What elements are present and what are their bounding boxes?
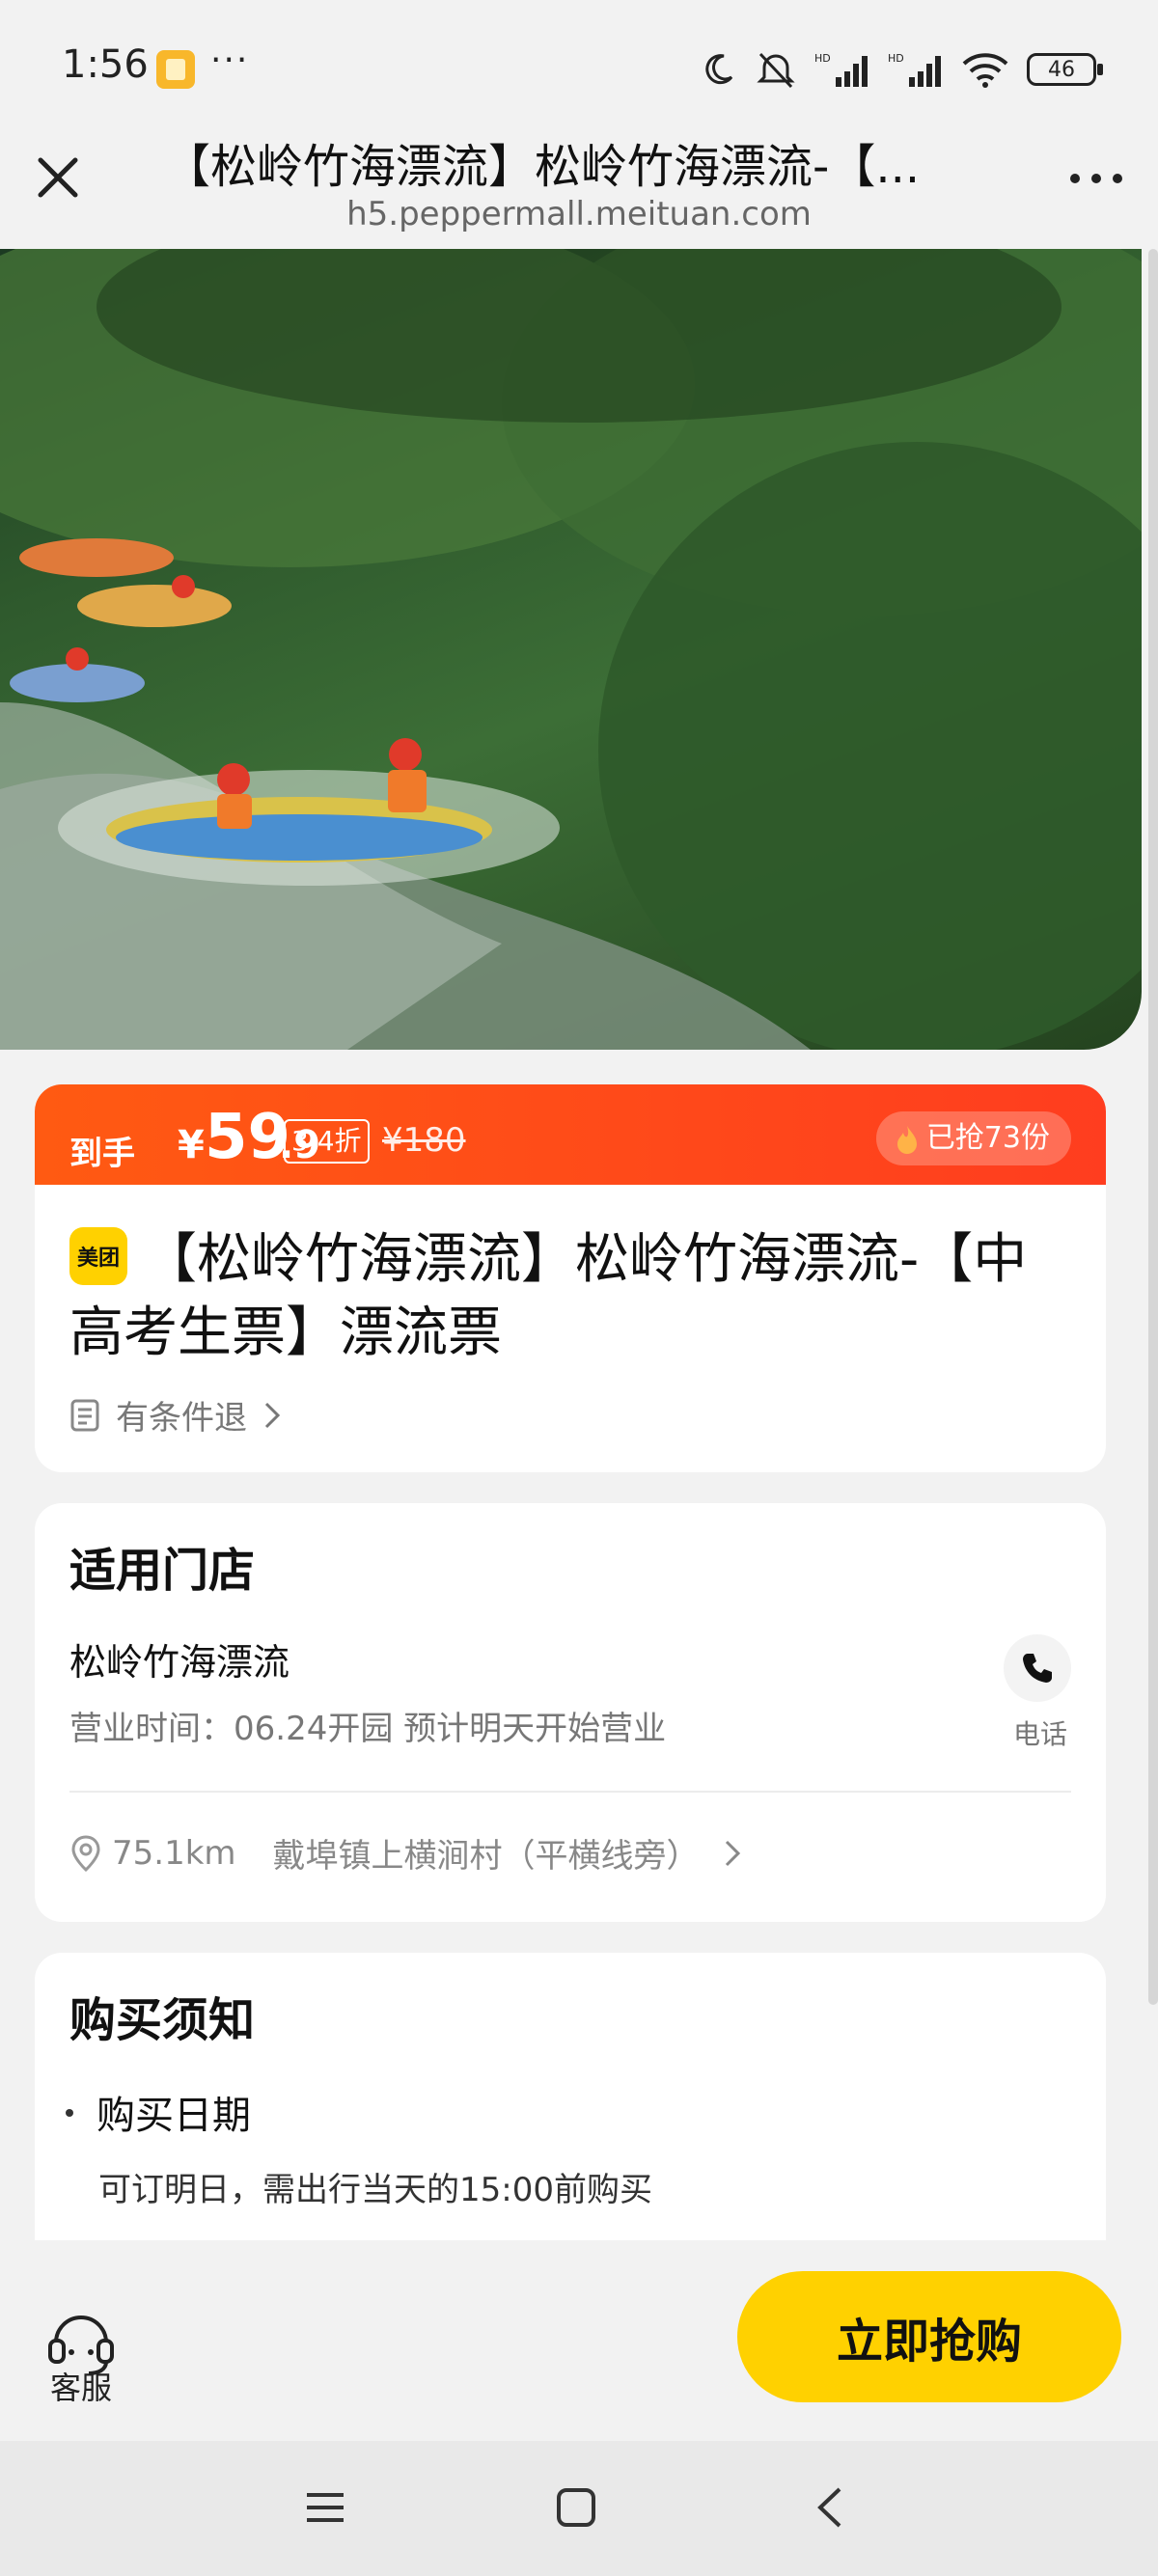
location-pin-icon	[71, 1834, 100, 1872]
svg-text:HD: HD	[814, 52, 831, 65]
battery-icon: 46	[1027, 53, 1103, 86]
purchase-notice-card: 购买须知 购买日期 可订明日，需出行当天的15:00前购买	[35, 1953, 1106, 2242]
notice-item-desc: 可订明日，需出行当天的15:00前购买	[98, 2171, 652, 2209]
menu-icon[interactable]	[301, 2483, 349, 2532]
store-name[interactable]: 松岭竹海漂流	[69, 1632, 290, 1685]
more-notifications-icon: ···	[210, 41, 250, 80]
document-icon	[70, 1399, 99, 1431]
divider	[69, 1791, 1071, 1793]
bullet	[66, 2109, 73, 2117]
product-title: 【松岭竹海漂流】松岭竹海漂流-【中高考生票】漂流票	[69, 1228, 1028, 1364]
store-address: 戴埠镇上横涧村（平横线旁）	[272, 1837, 700, 1876]
wifi-icon	[962, 53, 1008, 88]
page-url: h5.peppermall.meituan.com	[346, 195, 812, 233]
status-bar: 1:56 ··· HD HD 46	[0, 0, 1158, 135]
store-section-title: 适用门店	[69, 1544, 256, 1598]
refund-policy-link[interactable]: 有条件退	[69, 1391, 282, 1439]
store-hours: 营业时间：06.24开园 预计明天开始营业	[69, 1710, 667, 1748]
page-title: 【松岭竹海漂流】松岭竹海漂流-【...	[164, 140, 921, 194]
signal-icon-2: HD	[888, 52, 941, 87]
applicable-store-card: 适用门店 松岭竹海漂流 营业时间：06.24开园 预计明天开始营业 电话 75.…	[35, 1503, 1106, 1922]
sold-count-text: 已抢73份	[925, 1121, 1050, 1155]
notice-item-title: 购买日期	[96, 2094, 251, 2138]
phone-label: 电话	[1012, 1718, 1067, 1750]
phone-button[interactable]	[1004, 1634, 1071, 1702]
sold-count-badge: 已抢73份	[875, 1111, 1071, 1165]
price-bar: 到手 ¥ 59 .9 3.4折 ¥180 已抢73份	[35, 1084, 1106, 1191]
price-prefix: 到手	[69, 1135, 135, 1173]
chevron-right-icon	[725, 1840, 740, 1866]
rafting-scene	[0, 249, 1142, 1050]
product-title-card: 美团 【松岭竹海漂流】松岭竹海漂流-【中高考生票】漂流票 有条件退	[35, 1185, 1106, 1472]
scrollbar[interactable]	[1148, 249, 1158, 2005]
more-options-icon[interactable]	[1062, 154, 1131, 203]
moon-icon	[705, 54, 733, 85]
chevron-right-icon	[264, 1402, 281, 1428]
mute-icon	[757, 52, 795, 89]
store-distance: 75.1km	[112, 1833, 236, 1873]
original-price: ¥180	[382, 1121, 466, 1160]
price-currency: ¥	[178, 1123, 205, 1167]
discount-badge: 3.4折	[284, 1119, 370, 1164]
phone-icon	[1023, 1654, 1052, 1683]
home-icon[interactable]	[552, 2483, 600, 2532]
store-location-link[interactable]: 75.1km 戴埠镇上横涧村（平横线旁）	[69, 1829, 742, 1877]
svg-text:HD: HD	[888, 52, 904, 65]
fire-icon	[896, 1126, 917, 1154]
back-icon[interactable]	[807, 2483, 855, 2532]
signal-icon: HD	[814, 52, 868, 87]
status-time: 1:56	[62, 42, 149, 87]
customer-service-label[interactable]: 客服	[50, 2364, 112, 2408]
price-integer: 59	[205, 1102, 291, 1173]
notes-app-icon	[156, 50, 195, 89]
notice-section-title: 购买须知	[69, 1993, 256, 2047]
refund-policy-text: 有条件退	[116, 1399, 247, 1438]
buy-now-button[interactable]: 立即抢购	[737, 2271, 1121, 2402]
hero-image-rafting	[0, 249, 1142, 1050]
status-icons: HD HD 46	[699, 42, 1103, 96]
